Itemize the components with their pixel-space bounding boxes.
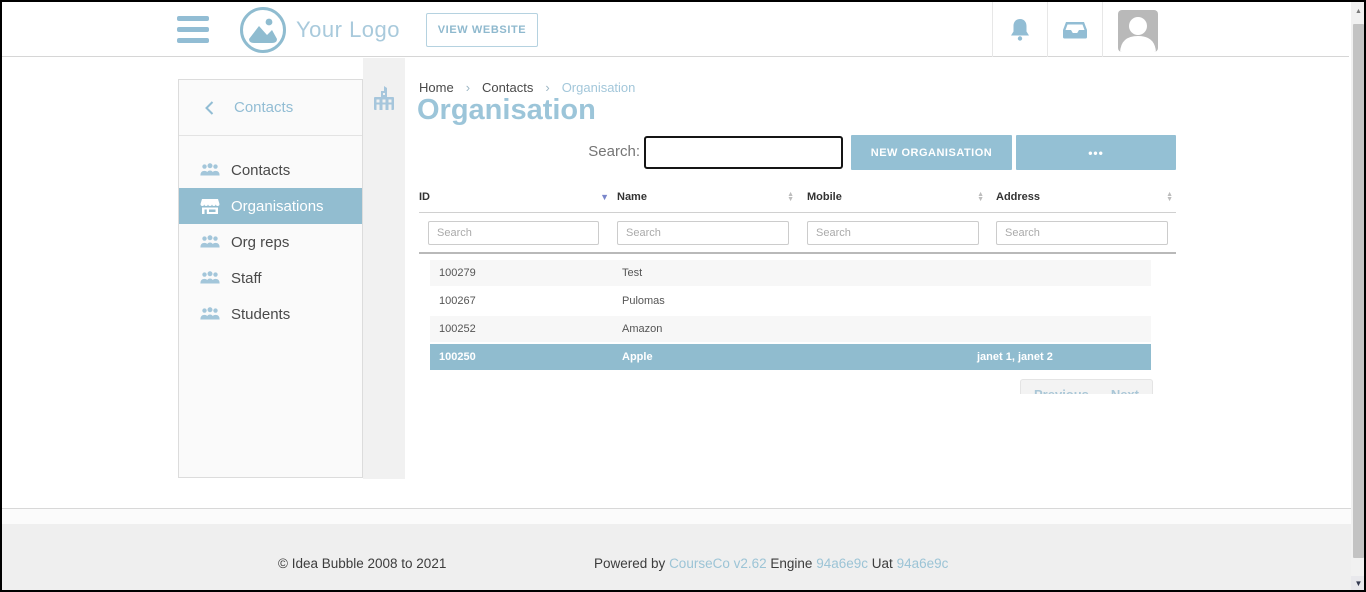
column-header-name[interactable]: Name ▲▼ <box>617 187 794 207</box>
search-label: Search: <box>540 143 640 160</box>
user-avatar[interactable] <box>1118 10 1158 52</box>
table-row-selected[interactable]: 100250 Apple janet 1, janet 2 <box>430 344 1151 370</box>
new-organisation-button[interactable]: NEW ORGANISATION <box>851 135 1012 170</box>
uat-hash-link[interactable]: 94a6e9c <box>897 556 949 571</box>
more-actions-button[interactable]: ••• <box>1016 135 1176 170</box>
people-group-icon <box>199 162 221 178</box>
sidebar-item-students[interactable]: Students <box>179 296 362 332</box>
search-input[interactable] <box>644 136 843 169</box>
logo-image-icon <box>240 7 286 53</box>
page-title: Organisation <box>417 94 596 127</box>
scrollbar-up-icon[interactable]: ▲ <box>1351 4 1366 18</box>
breadcrumb-current: Organisation <box>562 80 636 95</box>
sidebar-item-label: Students <box>231 306 290 323</box>
column-header-mobile[interactable]: Mobile ▲▼ <box>807 187 984 207</box>
collapsed-nav-strip <box>363 58 405 479</box>
sort-desc-icon: ▼ <box>600 193 609 202</box>
column-header-address[interactable]: Address ▲▼ <box>996 187 1173 207</box>
sidebar-item-staff[interactable]: Staff <box>179 260 362 296</box>
store-icon <box>199 198 221 215</box>
engine-hash-link[interactable]: 94a6e9c <box>816 556 868 571</box>
sort-both-icon: ▲▼ <box>1166 192 1173 202</box>
sidebar-item-org-reps[interactable]: Org reps <box>179 224 362 260</box>
sort-both-icon: ▲▼ <box>977 192 984 202</box>
logo[interactable]: Your Logo <box>240 7 400 53</box>
top-header: Your Logo VIEW WEBSITE <box>2 2 1349 57</box>
logo-text: Your Logo <box>296 17 400 43</box>
footer-copyright: © Idea Bubble 2008 to 2021 <box>278 556 446 571</box>
table-filter-divider <box>419 252 1176 254</box>
hamburger-menu-icon[interactable] <box>177 16 209 43</box>
sidebar-item-contacts[interactable]: Contacts <box>179 152 362 188</box>
table-row[interactable]: 100279 Test <box>430 260 1151 286</box>
sidebar-item-label: Contacts <box>231 162 290 179</box>
sort-both-icon: ▲▼ <box>787 192 794 202</box>
courseco-version-link[interactable]: CourseCo v2.62 <box>669 556 767 571</box>
notifications-button[interactable] <box>993 2 1047 57</box>
inbox-icon <box>1062 20 1088 40</box>
table-body: 100279 Test 100267 Pulomas 100252 Amazon… <box>419 258 1176 394</box>
filter-input-name[interactable] <box>617 221 789 245</box>
breadcrumb-home[interactable]: Home <box>419 80 454 95</box>
pagination-next-button[interactable]: Next <box>1111 387 1139 395</box>
view-website-button[interactable]: VIEW WEBSITE <box>426 13 538 47</box>
filter-input-id[interactable] <box>428 221 599 245</box>
filter-input-address[interactable] <box>996 221 1168 245</box>
filter-input-mobile[interactable] <box>807 221 979 245</box>
people-group-icon <box>199 306 221 322</box>
sidebar-item-label: Staff <box>231 270 262 287</box>
person-icon <box>1118 14 1158 52</box>
sidebar: Contacts Contacts Organisations Org reps <box>178 79 363 478</box>
people-group-icon <box>199 234 221 250</box>
header-divider <box>1102 2 1103 57</box>
sidebar-section-title: Contacts <box>234 99 293 116</box>
sidebar-item-label: Organisations <box>231 198 324 215</box>
scrollbar-thumb[interactable] <box>1353 24 1364 558</box>
table-header-divider <box>419 212 1176 213</box>
breadcrumb-contacts[interactable]: Contacts <box>482 80 533 95</box>
inbox-button[interactable] <box>1048 2 1102 57</box>
footer-powered-by: Powered by CourseCo v2.62 Engine 94a6e9c… <box>594 556 948 571</box>
sidebar-back-header[interactable]: Contacts <box>179 80 362 136</box>
chevron-left-icon <box>205 101 214 115</box>
breadcrumb: Home › Contacts › Organisation <box>419 80 635 95</box>
column-header-id[interactable]: ID ▼ <box>419 187 609 207</box>
sidebar-item-organisations[interactable]: Organisations <box>179 188 362 224</box>
footer-light-strip <box>2 509 1351 524</box>
app-viewport: Your Logo VIEW WEBSITE <box>0 0 1366 592</box>
breadcrumb-separator: › <box>545 80 549 95</box>
pagination-previous-button[interactable]: Previous <box>1034 387 1089 395</box>
school-building-icon[interactable] <box>373 86 395 112</box>
table-row[interactable]: 100252 Amazon <box>430 316 1151 342</box>
scrollbar-down-icon[interactable]: ▼ <box>1351 576 1366 591</box>
people-group-icon <box>199 270 221 286</box>
pagination: Previous Next <box>1020 379 1153 394</box>
breadcrumb-separator: › <box>466 80 470 95</box>
sidebar-item-label: Org reps <box>231 234 289 251</box>
table-row[interactable]: 100267 Pulomas <box>430 288 1151 314</box>
bell-icon <box>1009 18 1031 42</box>
